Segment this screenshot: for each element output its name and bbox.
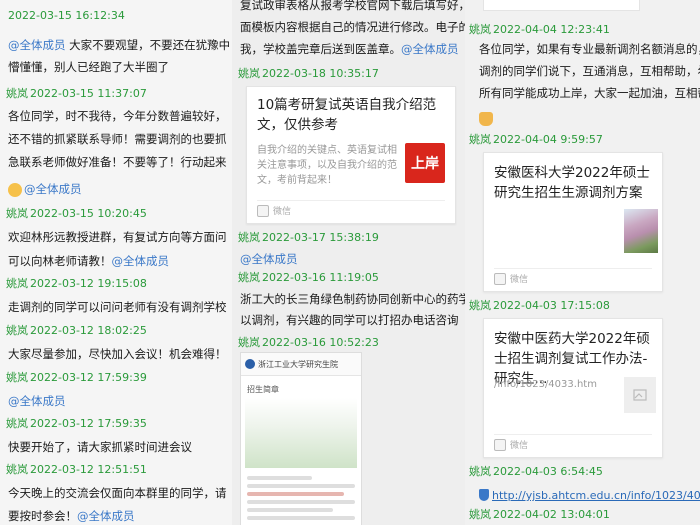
link-thumbnail-icon — [624, 377, 656, 413]
message-text: 还不错的抓紧联系导师！需要调剂的也要抓 — [8, 132, 227, 146]
message-text: 可以向林老师请教！@全体成员 — [8, 254, 170, 268]
article-card[interactable]: 10篇考研复试英语自我介绍范文，仅供参考 自我介绍的关键点、英语复试相关注意事项… — [246, 86, 456, 224]
message-text: 要按时参会！@全体成员 — [8, 509, 135, 523]
message-text: 所有同学能成功上岸，大家一起加油，互相帮助！ — [479, 86, 700, 100]
screenshot-body — [241, 468, 361, 525]
url-link[interactable]: http://yjsb.ahtcm.edu.cn/info/1023/4033.… — [492, 489, 700, 502]
message-timestamp: 姚岚 2022-03-16 11:19:05 — [238, 271, 379, 284]
message-text: 急联系老师做好准备！不要等了！行动起来 — [8, 155, 227, 169]
wechat-icon — [257, 204, 269, 217]
card-source: 微信 — [257, 204, 291, 217]
chat-column-middle: 复试政审表格从报考学校官网下载后填写好， 面模板内容根据自己的情况进行修改。电子… — [232, 0, 468, 525]
mention-all[interactable]: @全体成员 — [401, 42, 459, 56]
wechat-icon — [494, 272, 506, 285]
chat-column-right: 姚岚 2022-04-04 12:23:41 各位同学，如果有专业最新调剂名额消息… — [465, 0, 700, 525]
card-source: 微信 — [494, 272, 528, 285]
message-text: @全体成员 大家不要观望，不要还在犹豫中 — [8, 38, 231, 52]
mention-all[interactable]: @全体成员 — [8, 38, 66, 52]
message-text: 各位同学，如果有专业最新调剂名额消息的，给 — [479, 42, 700, 56]
pray-emoji-icon — [479, 108, 493, 127]
message-text: 快要开始了，请大家抓紧时间进会议 — [8, 440, 192, 454]
mention-all[interactable]: @全体成员 — [112, 254, 170, 268]
mention-all[interactable]: @全体成员 — [240, 252, 298, 266]
message-text: 调剂的同学们说下，互通消息，互相帮助，希望群 — [479, 64, 700, 78]
message-text: @全体成员 — [8, 180, 82, 199]
previous-card-edge — [483, 0, 640, 11]
chat-column-left: 2022-03-15 16:12:34 @全体成员 大家不要观望，不要还在犹豫中… — [0, 0, 245, 525]
screenshot-title: 招生简章 — [247, 385, 279, 394]
message-text: 今天晚上的交流会仅面向本群里的同学，请 — [8, 486, 227, 500]
article-description: 自我介绍的关键点、英语复试相关注意事项，以及自我介绍的范文，考前背起来！ — [257, 145, 397, 186]
article-title: 10篇考研复试英语自我介绍范文，仅供参考 — [257, 97, 437, 133]
message-text: 欢迎林彤远教授进群，有复试方向等方面问 — [8, 230, 227, 244]
message-timestamp: 姚岚 2022-04-03 17:15:08 — [469, 299, 610, 312]
message-text: 以调剂，有兴趣的同学可以打招办电话咨询 — [240, 313, 459, 327]
card-divider — [257, 200, 445, 201]
message-timestamp: 姚岚 2022-03-15 11:37:07 — [6, 87, 147, 100]
message-text: 复试政审表格从报考学校官网下载后填写好， — [240, 0, 468, 12]
message-text: 大家尽量参加，尽快加入会议！机会难得！ — [8, 347, 227, 361]
message-timestamp: 姚岚 2022-03-12 18:02:25 — [6, 324, 147, 337]
article-url: /info/1023/4033.htm — [494, 379, 597, 390]
mention-all[interactable]: @全体成员 — [24, 182, 82, 196]
message-text: 我，学校盖完章后送到医盖章。@全体成员 — [240, 42, 459, 56]
article-thumbnail-image — [624, 209, 658, 253]
message-text: 浙工大的长三角绿色制药协同创新中心的药学 — [240, 292, 468, 306]
message-text: 各位同学，时不我待，今年分数普遍较好， — [8, 109, 227, 123]
mention-all[interactable]: @全体成员 — [77, 509, 135, 523]
screenshot-banner — [245, 398, 357, 468]
message-text: @全体成员 — [8, 392, 66, 411]
screenshot-header: 浙江工业大学研究生院 — [241, 353, 361, 376]
message-timestamp: 姚岚 2022-04-02 13:04:01 — [469, 508, 610, 521]
message-timestamp: 姚岚 2022-03-12 17:59:35 — [6, 417, 147, 430]
message-text: @全体成员 — [240, 250, 298, 269]
muscle-emoji-icon — [8, 182, 22, 197]
message-timestamp: 姚岚 2022-04-03 6:54:45 — [469, 465, 603, 478]
message-timestamp: 姚岚 2022-03-17 15:38:19 — [238, 231, 379, 244]
message-link[interactable]: http://yjsb.ahtcm.edu.cn/info/1023/4033.… — [479, 484, 700, 503]
card-divider — [494, 434, 652, 435]
message-text: 面模板内容根据自己的情况进行修改。电子的 — [240, 20, 468, 34]
message-timestamp: 2022-03-15 16:12:34 — [8, 9, 125, 22]
screenshot-image[interactable]: 浙江工业大学研究生院 招生简章 — [240, 352, 362, 525]
message-timestamp: 姚岚 2022-03-12 19:15:08 — [6, 277, 147, 290]
article-title: 安徽医科大学2022年硕士研究生招生生源调剂方案 — [494, 165, 650, 201]
article-card[interactable]: 安徽医科大学2022年硕士研究生招生生源调剂方案 微信 — [483, 152, 663, 292]
message-timestamp: 姚岚 2022-03-15 10:20:45 — [6, 207, 147, 220]
wechat-icon — [494, 438, 506, 451]
card-source: 微信 — [494, 438, 528, 451]
message-timestamp: 姚岚 2022-04-04 12:23:41 — [469, 23, 610, 36]
message-timestamp: 姚岚 2022-03-12 12:51:51 — [6, 463, 147, 476]
message-timestamp: 姚岚 2022-04-04 9:59:57 — [469, 133, 603, 146]
university-logo-icon — [245, 359, 255, 369]
security-shield-icon — [479, 488, 489, 501]
mention-all[interactable]: @全体成员 — [8, 394, 66, 408]
message-timestamp: 姚岚 2022-03-18 10:35:17 — [238, 67, 379, 80]
article-thumbnail-logo: 上岸 — [405, 143, 445, 183]
message-timestamp: 姚岚 2022-03-12 17:59:39 — [6, 371, 147, 384]
link-card[interactable]: 安徽中医药大学2022年硕士招生调剂复试工作办法-研究生... /info/10… — [483, 318, 663, 458]
message-text: 懵懂懂，别人已经跑了大半圈了 — [8, 60, 169, 74]
card-divider — [494, 268, 652, 269]
message-timestamp: 姚岚 2022-03-16 10:52:23 — [238, 336, 379, 349]
message-text: 走调剂的同学可以问问老师有没有调剂学校 — [8, 300, 227, 314]
